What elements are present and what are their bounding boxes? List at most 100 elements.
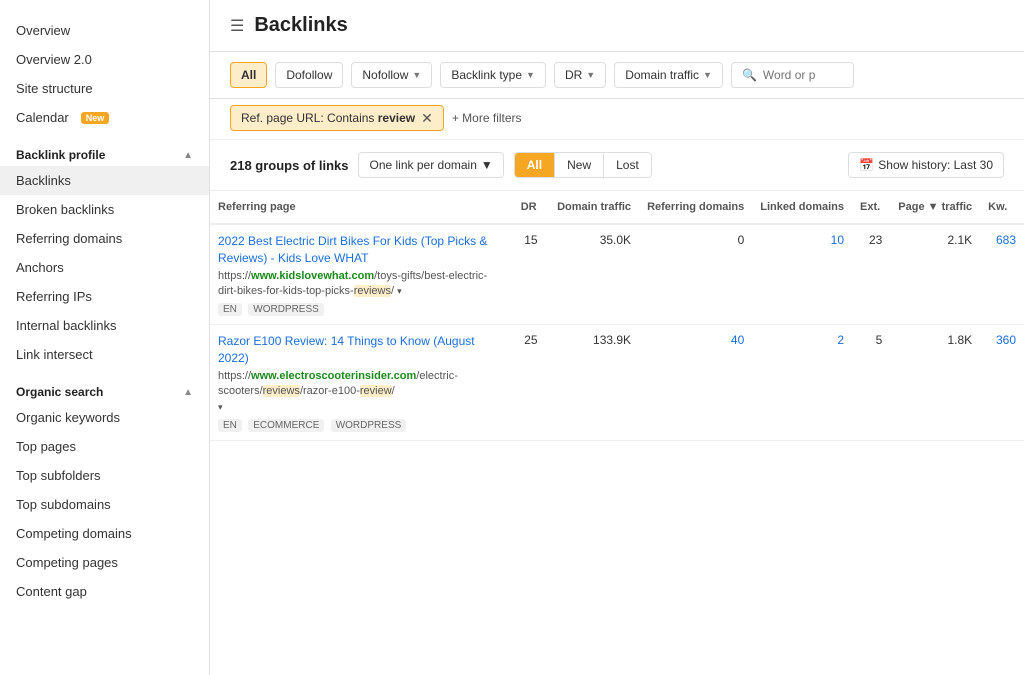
sidebar-item-top-subdomains[interactable]: Top subdomains	[0, 490, 209, 519]
cell-dr-2: 25	[513, 325, 549, 441]
cell-kw-1: 683	[980, 224, 1024, 325]
table-header-row: Referring page DR Domain traffic Referri…	[210, 191, 1024, 224]
organic-chevron-icon: ▲	[183, 387, 193, 398]
all-new-lost-tabs: All New Lost	[514, 152, 652, 178]
sidebar-item-broken-backlinks[interactable]: Broken backlinks	[0, 195, 209, 224]
search-box[interactable]: 🔍	[731, 62, 854, 88]
sidebar-item-organic-keywords[interactable]: Organic keywords	[0, 403, 209, 432]
kw-link-1[interactable]: 683	[996, 233, 1016, 247]
th-ext[interactable]: Ext.	[852, 191, 890, 224]
page-title-link-1[interactable]: 2022 Best Electric Dirt Bikes For Kids (…	[218, 233, 505, 267]
cell-domain-traffic-2: 133.9K	[549, 325, 639, 441]
nofollow-arrow-icon: ▼	[412, 70, 421, 80]
show-history-btn[interactable]: 📅 Show history: Last 30	[848, 152, 1004, 178]
domain-link-2[interactable]: www.electroscooterinsider.com	[251, 370, 416, 382]
cell-kw-2: 360	[980, 325, 1024, 441]
sidebar-item-content-gap[interactable]: Content gap	[0, 577, 209, 606]
all-filter-btn[interactable]: All	[230, 62, 267, 88]
cell-ext-2: 5	[852, 325, 890, 441]
tab-lost[interactable]: Lost	[604, 153, 651, 177]
table-row: 2022 Best Electric Dirt Bikes For Kids (…	[210, 224, 1024, 325]
tag-ecommerce-2: ECOMMERCE	[248, 419, 324, 432]
tag-wordpress-1: WORDPRESS	[248, 303, 324, 316]
dofollow-filter-btn[interactable]: Dofollow	[275, 62, 343, 88]
table-row: Razor E100 Review: 14 Things to Know (Au…	[210, 325, 1024, 441]
table-area: Referring page DR Domain traffic Referri…	[210, 191, 1024, 675]
backlink-profile-section: Backlink profile ▲	[0, 138, 209, 166]
calendar-icon: 📅	[859, 158, 874, 172]
main-content: ☰ Backlinks All Dofollow Nofollow ▼ Back…	[210, 0, 1024, 675]
page-url-2: https://www.electroscooterinsider.com/el…	[218, 369, 505, 415]
linked-domains-link-1[interactable]: 10	[831, 233, 844, 247]
tag-en-2: EN	[218, 419, 242, 432]
tab-all[interactable]: All	[515, 153, 555, 177]
domain-link-1[interactable]: www.kidslovewhat.com	[251, 270, 374, 282]
dropdown-arrow-icon: ▼	[481, 158, 493, 172]
sidebar-item-top-pages[interactable]: Top pages	[0, 432, 209, 461]
tags-row-2: EN ECOMMERCE WORDPRESS	[218, 415, 505, 432]
sidebar-item-referring-domains[interactable]: Referring domains	[0, 224, 209, 253]
cell-linked-domains-1: 10	[752, 224, 852, 325]
th-domain-traffic[interactable]: Domain traffic	[549, 191, 639, 224]
backlinks-table: Referring page DR Domain traffic Referri…	[210, 191, 1024, 441]
link-per-domain-dropdown[interactable]: One link per domain ▼	[358, 152, 503, 178]
linked-domains-link-2[interactable]: 2	[837, 333, 844, 347]
sidebar-item-calendar[interactable]: Calendar New	[0, 103, 209, 132]
sidebar-item-top-subfolders[interactable]: Top subfolders	[0, 461, 209, 490]
sidebar-item-site-structure[interactable]: Site structure	[0, 74, 209, 103]
new-badge: New	[81, 112, 110, 124]
sidebar-item-link-intersect[interactable]: Link intersect	[0, 340, 209, 369]
sidebar-item-competing-domains[interactable]: Competing domains	[0, 519, 209, 548]
search-icon: 🔍	[742, 68, 757, 82]
sidebar-item-backlinks[interactable]: Backlinks	[0, 166, 209, 195]
th-dr[interactable]: DR	[513, 191, 549, 224]
sidebar-item-overview2[interactable]: Overview 2.0	[0, 45, 209, 74]
sub-toolbar: 218 groups of links One link per domain …	[210, 140, 1024, 191]
cell-page-traffic-1: 2.1K	[890, 224, 980, 325]
dr-arrow-icon: ▼	[586, 70, 595, 80]
active-filter-tag: Ref. page URL: Contains review ✕	[230, 105, 444, 131]
hamburger-icon[interactable]: ☰	[230, 16, 244, 36]
sidebar-item-overview[interactable]: Overview	[0, 16, 209, 45]
sidebar: Overview Overview 2.0 Site structure Cal…	[0, 0, 210, 675]
th-linked-domains[interactable]: Linked domains	[752, 191, 852, 224]
sidebar-item-competing-pages[interactable]: Competing pages	[0, 548, 209, 577]
dr-filter-btn[interactable]: DR ▼	[554, 62, 606, 88]
organic-search-section: Organic search ▲	[0, 375, 209, 403]
domain-traffic-filter-btn[interactable]: Domain traffic ▼	[614, 62, 723, 88]
url-expand-icon-1[interactable]: ▾	[397, 286, 402, 296]
referring-domains-link-2[interactable]: 40	[731, 333, 744, 347]
cell-ext-1: 23	[852, 224, 890, 325]
tag-wordpress-2: WORDPRESS	[331, 419, 407, 432]
backlink-type-arrow-icon: ▼	[526, 70, 535, 80]
filters-bar: All Dofollow Nofollow ▼ Backlink type ▼ …	[210, 52, 1024, 99]
cell-referring-domains-2: 40	[639, 325, 752, 441]
cell-referring-domains-1: 0	[639, 224, 752, 325]
backlink-type-filter-btn[interactable]: Backlink type ▼	[440, 62, 546, 88]
nofollow-filter-btn[interactable]: Nofollow ▼	[351, 62, 432, 88]
active-filters-row: Ref. page URL: Contains review ✕ + More …	[210, 99, 1024, 140]
sidebar-item-internal-backlinks[interactable]: Internal backlinks	[0, 311, 209, 340]
cell-referring-page-1: 2022 Best Electric Dirt Bikes For Kids (…	[210, 224, 513, 325]
page-title-link-2[interactable]: Razor E100 Review: 14 Things to Know (Au…	[218, 333, 505, 367]
sidebar-item-referring-ips[interactable]: Referring IPs	[0, 282, 209, 311]
cell-domain-traffic-1: 35.0K	[549, 224, 639, 325]
remove-filter-btn[interactable]: ✕	[421, 111, 433, 125]
main-header: ☰ Backlinks	[210, 0, 1024, 52]
groups-count: 218 groups of links	[230, 158, 348, 173]
url-expand-icon-2[interactable]: ▾	[218, 402, 223, 412]
cell-linked-domains-2: 2	[752, 325, 852, 441]
kw-link-2[interactable]: 360	[996, 333, 1016, 347]
search-input[interactable]	[763, 68, 843, 82]
th-referring-page: Referring page	[210, 191, 513, 224]
th-kw[interactable]: Kw.	[980, 191, 1024, 224]
th-page-traffic[interactable]: Page ▼ traffic	[890, 191, 980, 224]
cell-page-traffic-2: 1.8K	[890, 325, 980, 441]
sidebar-item-anchors[interactable]: Anchors	[0, 253, 209, 282]
more-filters-btn[interactable]: + More filters	[452, 111, 522, 125]
tags-row-1: EN WORDPRESS	[218, 299, 505, 316]
th-referring-domains[interactable]: Referring domains	[639, 191, 752, 224]
page-title: Backlinks	[254, 14, 347, 37]
page-url-1: https://www.kidslovewhat.com/toys-gifts/…	[218, 269, 505, 300]
tab-new[interactable]: New	[555, 153, 604, 177]
